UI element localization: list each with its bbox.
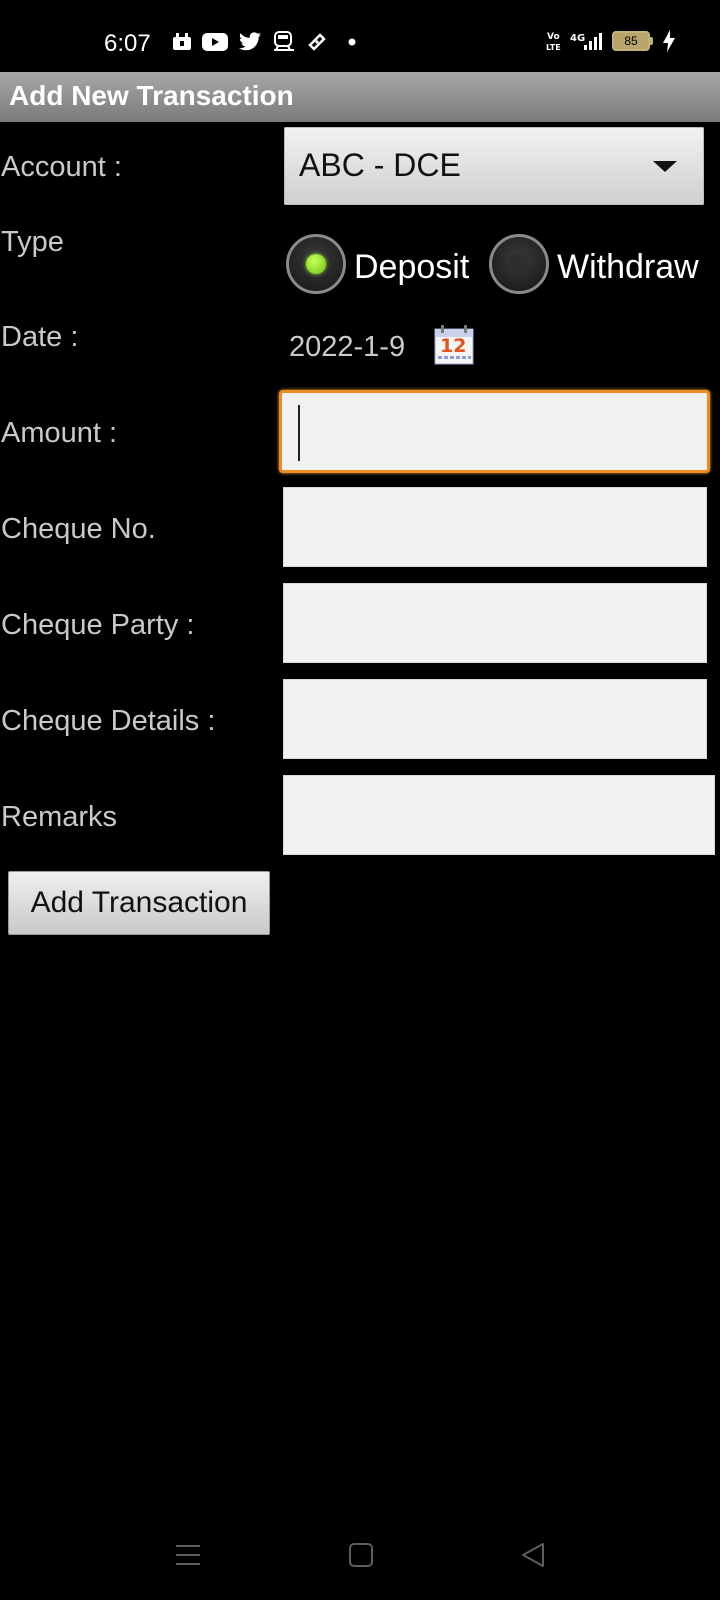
cheque-no-input[interactable] <box>283 487 707 567</box>
charging-icon <box>663 30 675 52</box>
date-label: Date : <box>1 321 79 353</box>
account-selected-value: ABC - DCE <box>299 147 461 183</box>
system-nav-bar <box>0 1520 720 1600</box>
radio-selected-dot <box>306 254 326 274</box>
dot-icon <box>348 38 356 46</box>
deposit-radio-label[interactable]: Deposit <box>354 248 469 287</box>
status-icons-left <box>172 31 358 53</box>
remarks-label: Remarks <box>1 801 118 833</box>
youtube-icon <box>202 33 228 51</box>
home-icon[interactable] <box>348 1542 374 1568</box>
account-label: Account : <box>1 151 122 183</box>
radio-unselected-dot <box>509 254 529 274</box>
account-dropdown[interactable]: ABC - DCE <box>284 127 704 205</box>
remarks-input[interactable] <box>283 775 715 855</box>
text-cursor <box>298 405 300 461</box>
signal-4g-icon: 4G <box>570 33 602 50</box>
back-icon[interactable] <box>520 1542 546 1568</box>
twitter-icon <box>239 32 261 51</box>
svg-text:12: 12 <box>440 335 466 357</box>
cheque-details-input[interactable] <box>283 679 707 759</box>
status-bar: 6:07 Vo LTE 4G 85 <box>0 0 720 72</box>
svg-text:LTE: LTE <box>546 43 561 52</box>
date-value[interactable]: 2022-1-9 <box>289 331 405 364</box>
add-transaction-button[interactable]: Add Transaction <box>8 871 270 935</box>
svg-text:4G: 4G <box>570 33 585 44</box>
cheque-details-label: Cheque Details : <box>1 705 216 737</box>
volte-icon: Vo LTE <box>546 32 561 52</box>
withdraw-radio-label[interactable]: Withdraw <box>557 248 699 287</box>
status-time: 6:07 <box>104 30 151 57</box>
amount-label: Amount : <box>1 417 118 449</box>
battery-icon: 85 <box>612 31 653 51</box>
svg-text:Vo: Vo <box>547 32 560 42</box>
cheque-party-label: Cheque Party : <box>1 609 195 641</box>
type-label: Type <box>1 226 64 258</box>
chevron-down-icon <box>653 161 677 172</box>
status-icons-right: Vo LTE 4G 85 <box>546 30 676 52</box>
withdraw-radio[interactable] <box>489 234 549 294</box>
page-title: Add New Transaction <box>9 80 294 111</box>
title-bar: Add New Transaction <box>0 72 720 122</box>
cheque-no-label: Cheque No. <box>1 513 156 545</box>
amount-input[interactable] <box>279 390 710 473</box>
train-icon <box>274 31 294 51</box>
notification-icon <box>173 33 191 50</box>
calendar-icon[interactable]: 12 <box>434 325 474 365</box>
menu-icon[interactable] <box>175 1542 201 1568</box>
cheque-party-input[interactable] <box>283 583 707 663</box>
deposit-radio[interactable] <box>286 234 346 294</box>
ticket-icon <box>308 33 326 51</box>
